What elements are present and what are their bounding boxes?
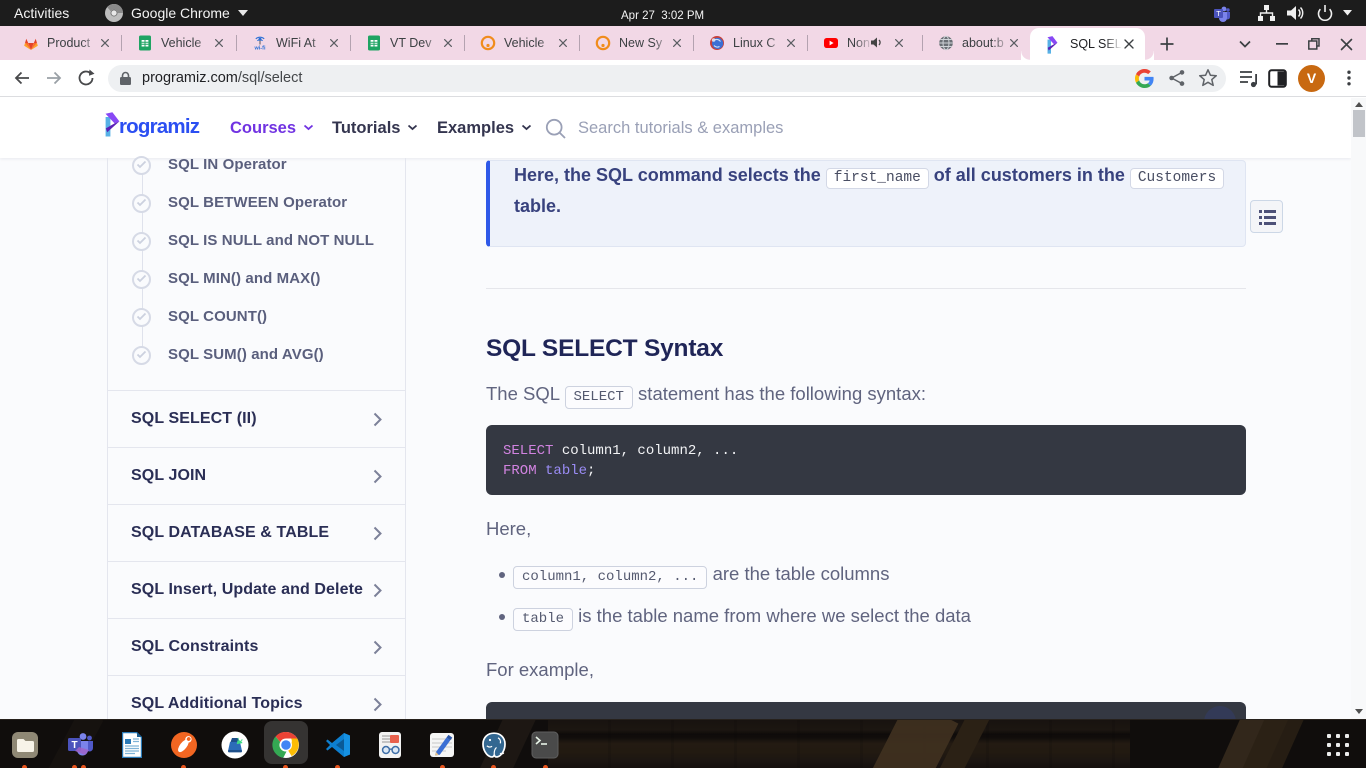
svg-text:wi-fi: wi-fi [254,46,266,52]
svg-text:T: T [1216,9,1221,18]
svg-text:T: T [71,740,77,751]
